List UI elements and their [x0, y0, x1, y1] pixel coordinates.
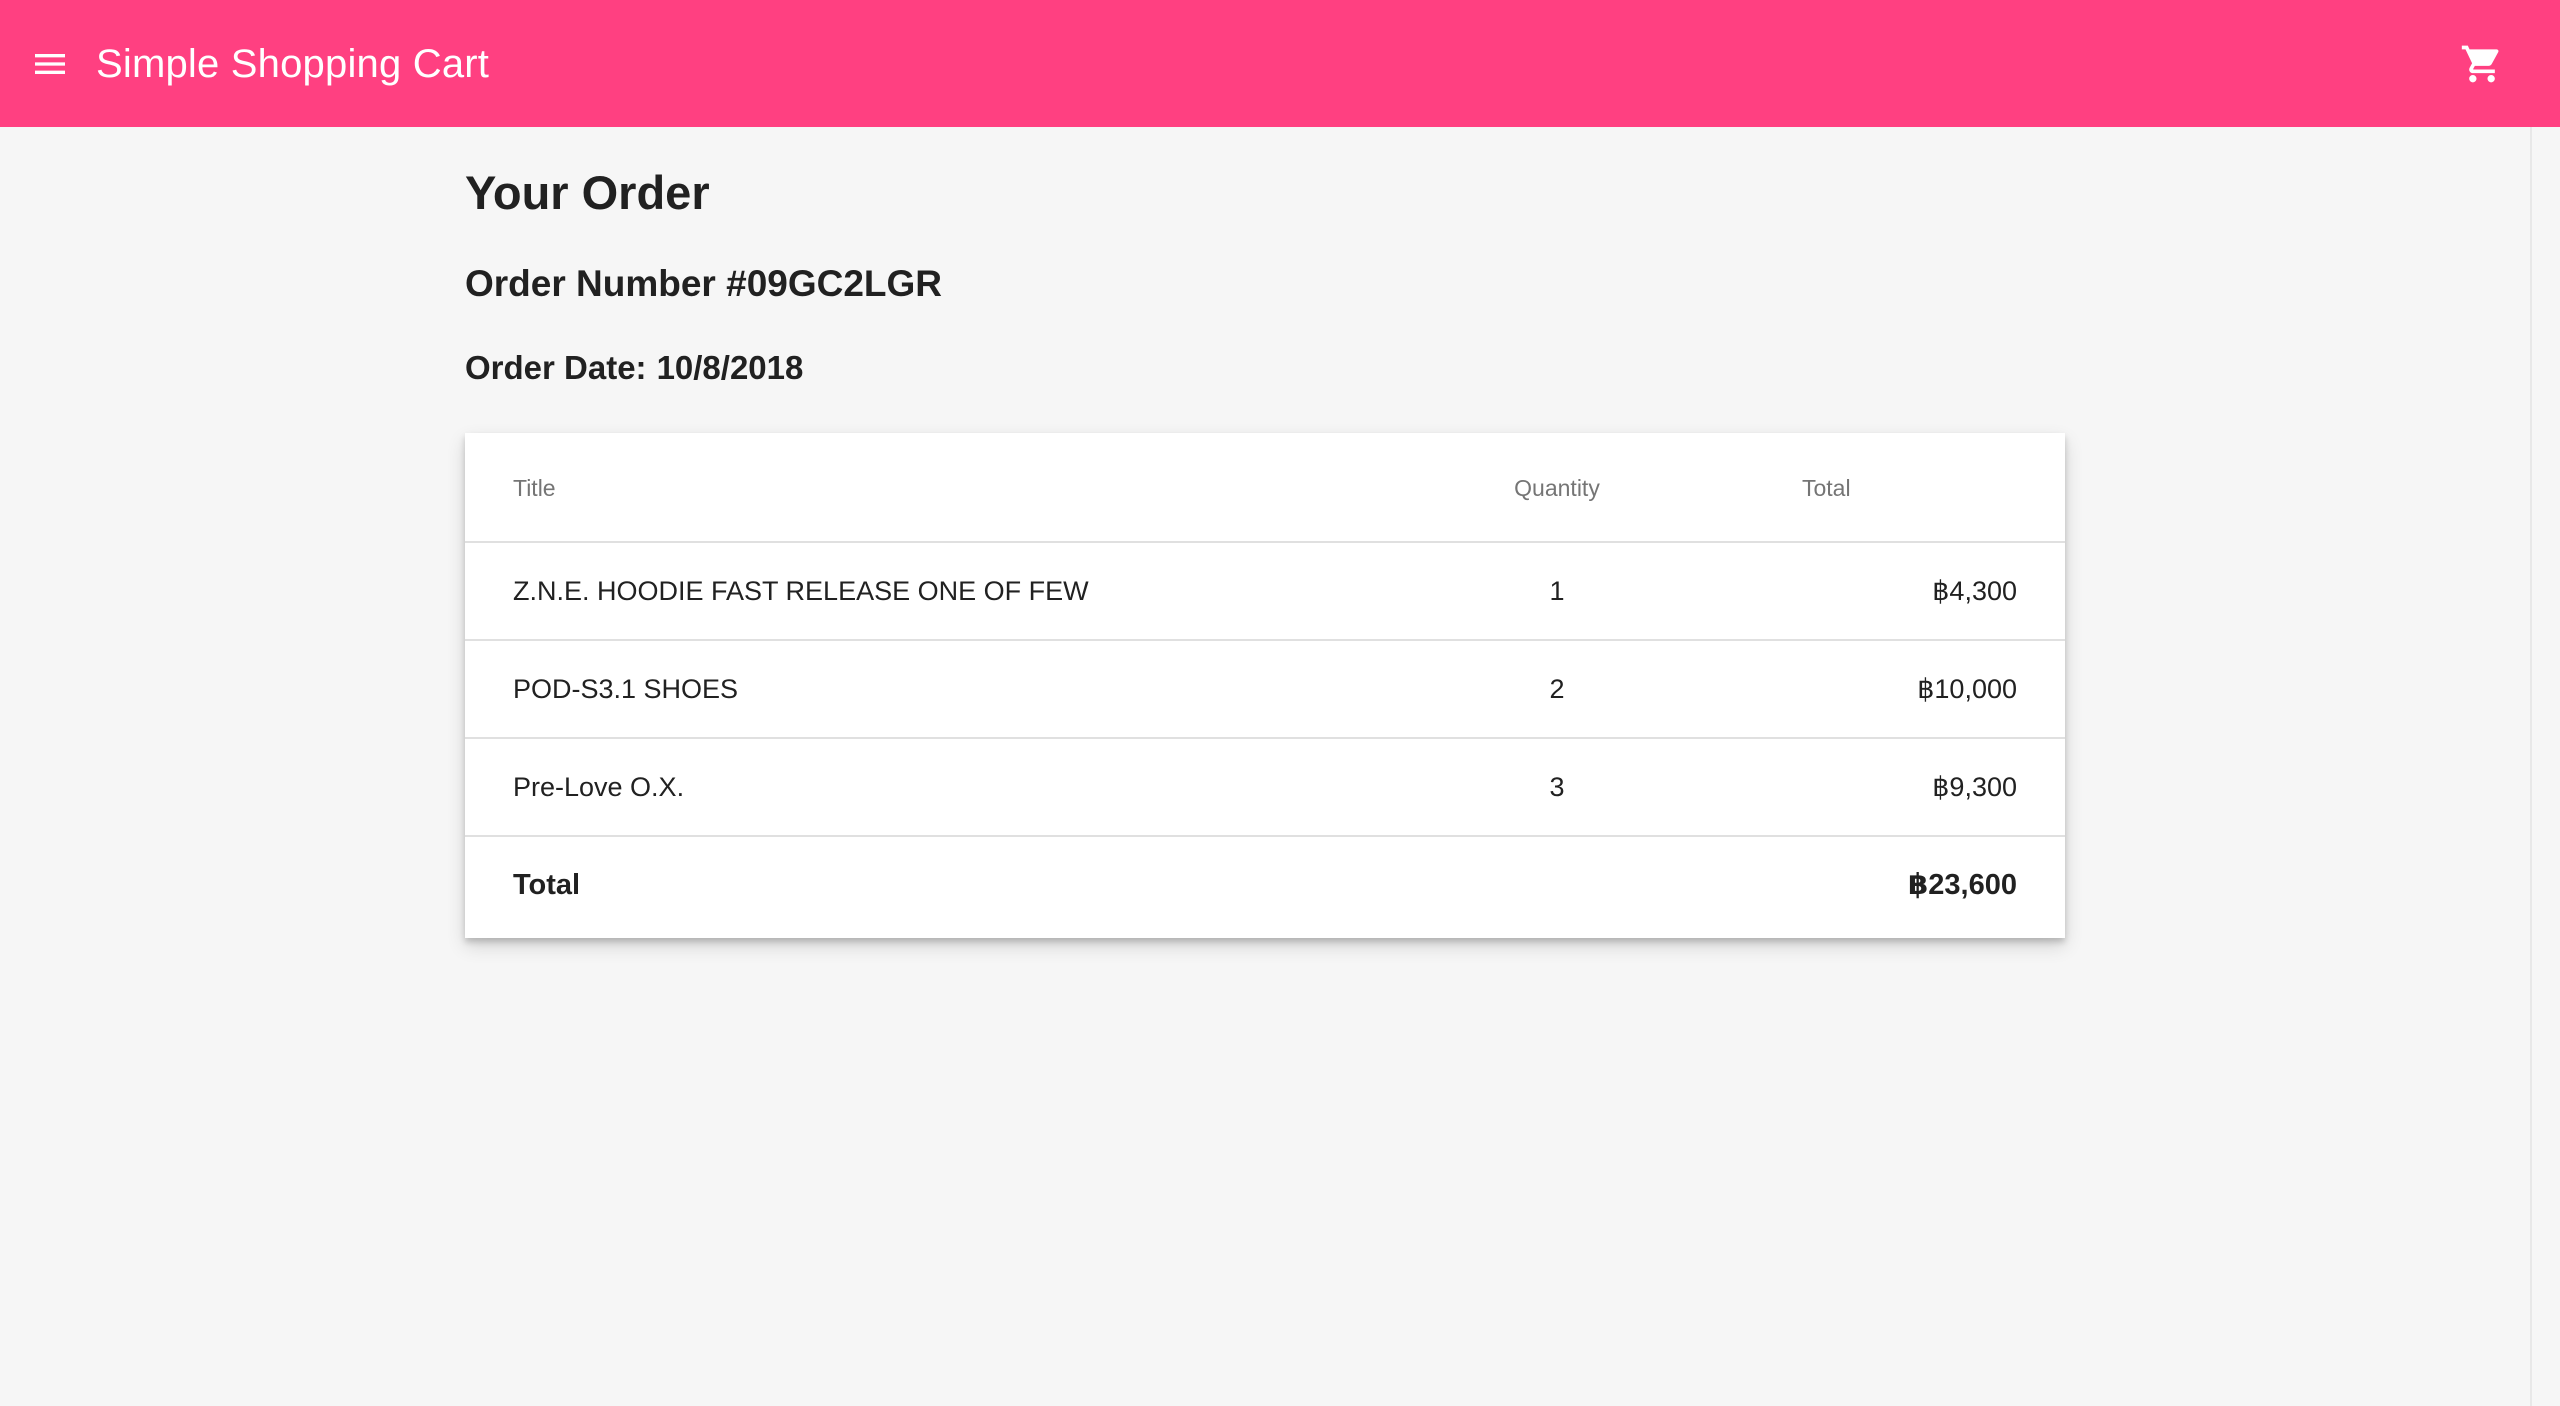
order-table: Title Quantity Total Z.N.E. HOODIE FAST … [465, 433, 2065, 938]
footer-total-value: ฿23,600 [1908, 869, 2017, 901]
header-title: Title [513, 475, 556, 501]
app-title: Simple Shopping Cart [96, 42, 490, 86]
footer-total-label: Total [513, 869, 581, 901]
order-date-value: 10/8/2018 [656, 349, 804, 386]
row-title: POD-S3.1 SHOES [513, 674, 739, 704]
row-quantity: 2 [1549, 674, 1565, 704]
table-footer-row: Total ฿23,600 [465, 837, 2065, 938]
row-total: ฿10,000 [1917, 674, 2017, 704]
table-row: Z.N.E. HOODIE FAST RELEASE ONE OF FEW 1 … [465, 543, 2065, 641]
table-row: POD-S3.1 SHOES 2 ฿10,000 [465, 641, 2065, 739]
table-row: Pre-Love O.X. 3 ฿9,300 [465, 739, 2065, 837]
row-total: ฿9,300 [1932, 772, 2017, 802]
row-title: Z.N.E. HOODIE FAST RELEASE ONE OF FEW [513, 576, 1089, 606]
order-date: Order Date: 10/8/2018 [465, 349, 803, 387]
row-title: Pre-Love O.X. [513, 772, 685, 802]
menu-button[interactable] [22, 36, 78, 92]
header-quantity: Quantity [1514, 475, 1600, 501]
row-quantity: 1 [1549, 576, 1565, 606]
shopping-cart-icon [2460, 42, 2504, 86]
row-quantity: 3 [1549, 772, 1565, 802]
table-header-row: Title Quantity Total [465, 433, 2065, 543]
cart-button[interactable] [2452, 36, 2512, 92]
page-title: Your Order [465, 166, 710, 219]
row-total: ฿4,300 [1932, 576, 2017, 606]
menu-icon [30, 44, 70, 84]
order-number: Order Number #09GC2LGR [465, 263, 943, 304]
order-date-label: Order Date: [465, 349, 647, 386]
header-total: Total [1802, 475, 1851, 501]
app-bar: Simple Shopping Cart [0, 0, 2560, 127]
scrollbar-divider [2530, 127, 2532, 1406]
